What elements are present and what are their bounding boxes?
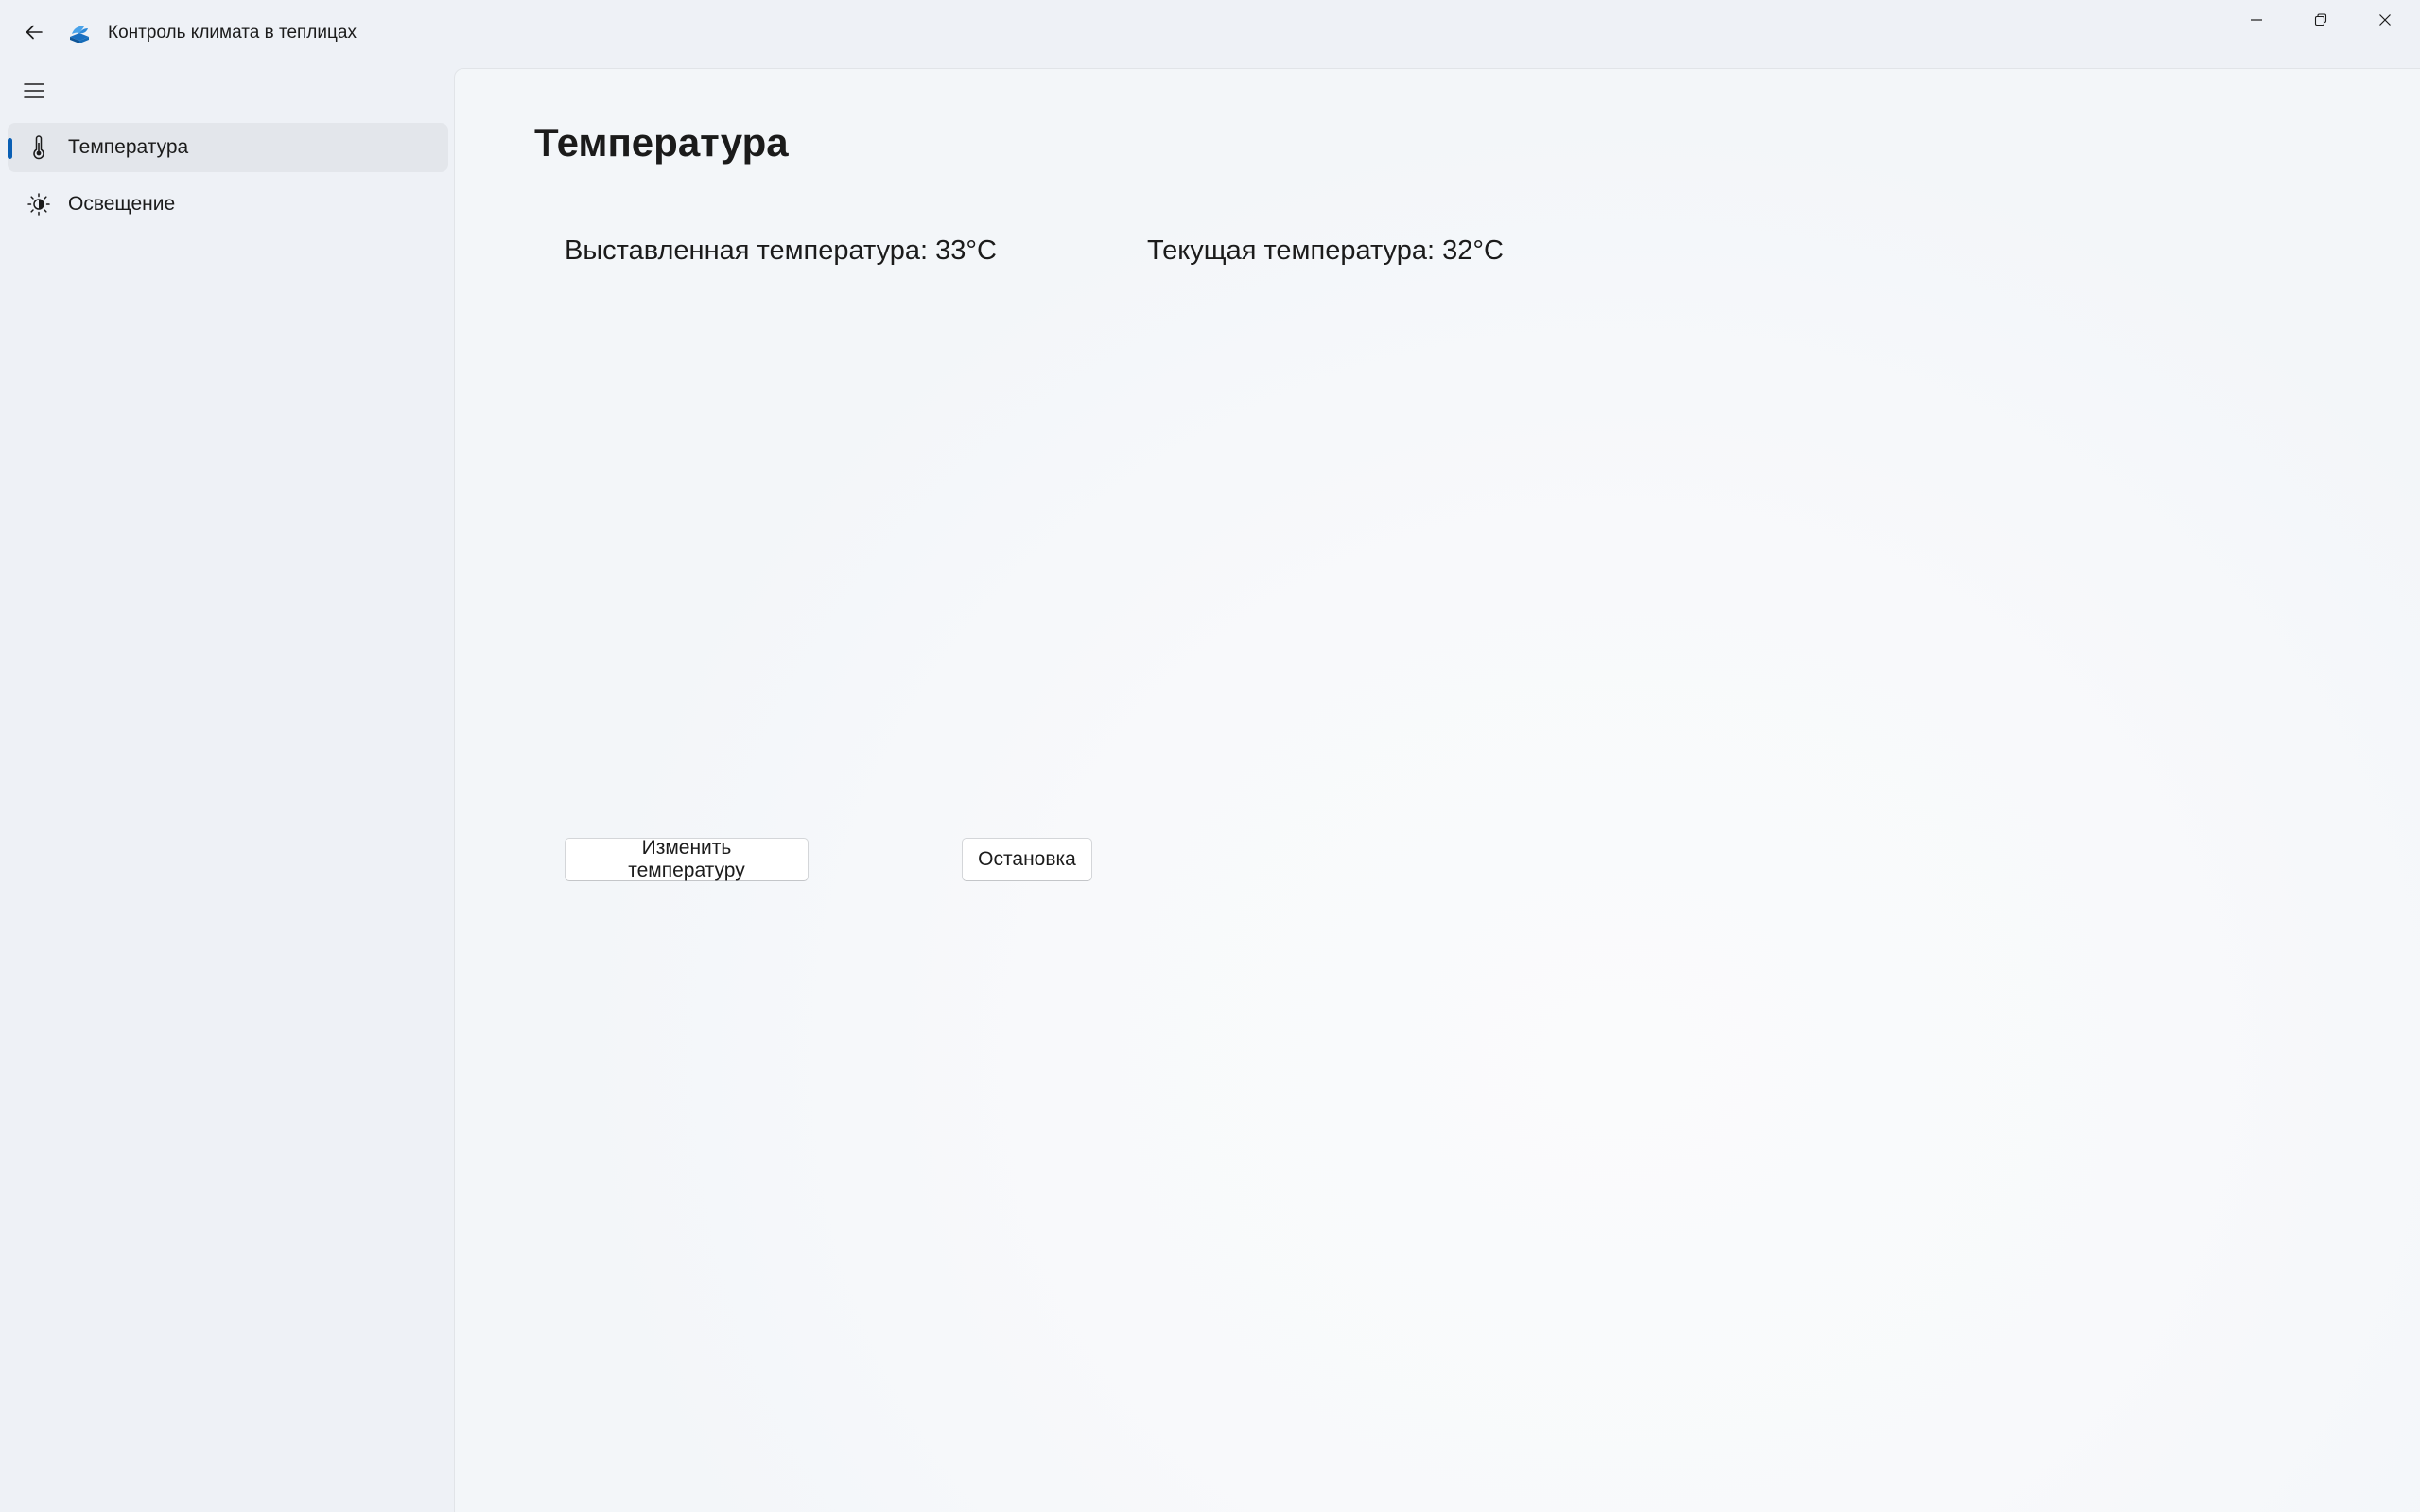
nav-item-temperature[interactable]: Температура [8,123,448,172]
app-logo-icon [66,21,93,47]
close-icon [2377,12,2393,32]
set-temperature-text: Выставленная температура: 33°C [565,235,997,266]
nav-item-lighting[interactable]: Освещение [8,180,448,229]
change-temperature-button[interactable]: Изменить температуру [565,837,809,881]
close-button[interactable] [2353,0,2417,43]
stop-button[interactable]: Остановка [962,838,1092,881]
brightness-icon [26,192,51,217]
nav-item-label: Освещение [68,193,176,215]
selection-indicator [8,138,12,159]
restore-button[interactable] [2289,0,2353,43]
app-window: Контроль климата в теплицах Температура … [0,0,2420,1512]
title-bar: Контроль климата в теплицах [0,0,2420,68]
current-temperature-text: Текущая температура: 32°C [1147,235,1504,266]
back-button[interactable] [13,15,55,53]
thermometer-icon [26,135,51,160]
nav-item-label: Температура [68,136,189,158]
menu-toggle-button[interactable] [13,74,55,112]
content-frame: Температура Выставленная температура: 33… [454,68,2420,1512]
restore-icon [2313,12,2328,32]
minimize-button[interactable] [2224,0,2289,43]
app-title: Контроль климата в теплицах [108,23,357,43]
navigation-pane: Температура Освещение [0,68,454,1512]
back-arrow-icon [24,22,44,47]
minimize-icon [2249,12,2264,32]
hamburger-icon [24,82,44,104]
page-title: Температура [534,120,789,165]
